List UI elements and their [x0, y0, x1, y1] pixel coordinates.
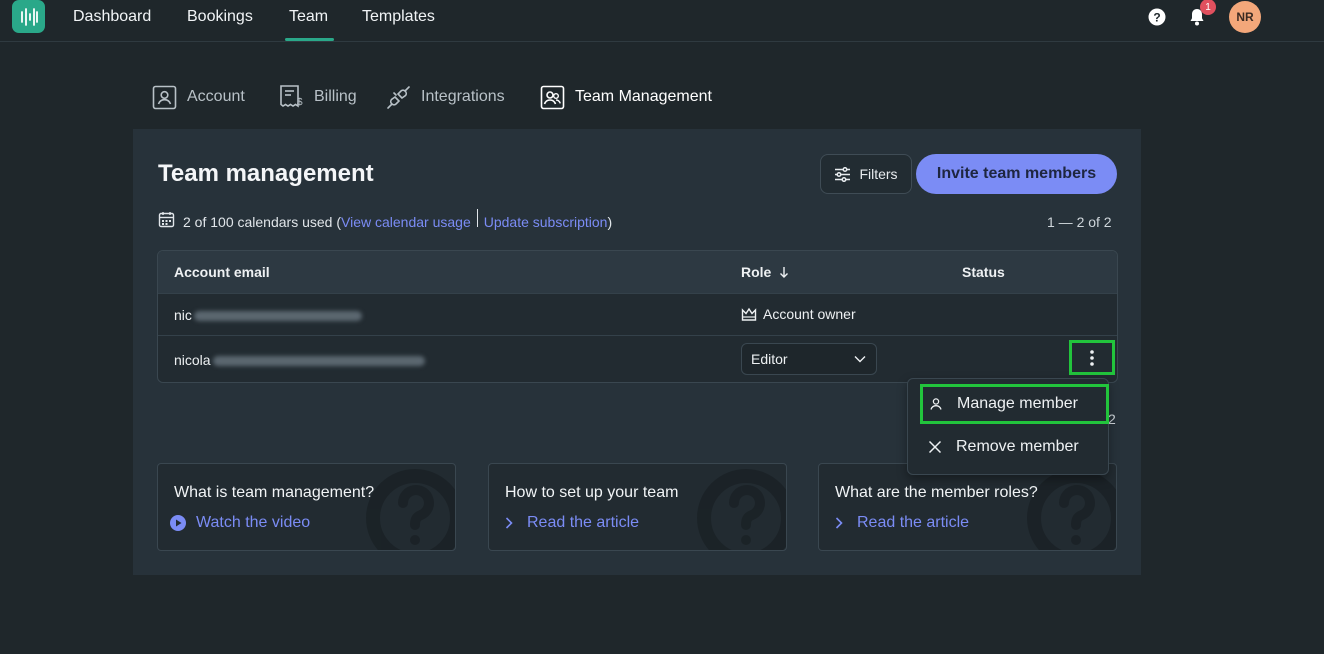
nav-templates[interactable]: Templates: [362, 8, 435, 26]
active-nav-indicator: [285, 38, 334, 41]
card-title: How to set up your team: [505, 484, 679, 501]
top-navigation: Dashboard Bookings Team Templates ? 1 NR: [0, 0, 1324, 42]
page-title: Team management: [158, 160, 374, 187]
link-separator: [476, 208, 478, 227]
logo-icon: [20, 7, 38, 26]
table-row: nic Account owner: [158, 293, 1117, 335]
question-mark-icon: [697, 469, 786, 550]
header-role-label: Role: [741, 264, 772, 280]
role-select[interactable]: Editor: [741, 343, 877, 375]
filters-label: Filters: [859, 166, 898, 182]
header-status[interactable]: Status: [962, 264, 1005, 280]
role-select-value: Editor: [751, 351, 788, 367]
card-title: What are the member roles?: [835, 484, 1038, 501]
svg-text:?: ?: [1153, 11, 1160, 25]
tab-integrations[interactable]: Integrations: [386, 84, 505, 110]
question-mark-icon: [366, 469, 455, 550]
member-email: nicola: [174, 352, 425, 368]
filters-button[interactable]: Filters: [820, 154, 912, 194]
manage-member-menu-item[interactable]: Manage member: [920, 384, 1109, 424]
tab-team-management[interactable]: Team Management: [540, 84, 712, 110]
tab-integrations-label: Integrations: [421, 88, 505, 105]
help-icon[interactable]: ?: [1148, 8, 1166, 26]
table-header: Account email Role Status: [158, 251, 1117, 293]
blurred-email: [212, 356, 425, 367]
svg-text:$: $: [297, 97, 303, 108]
invite-team-members-button[interactable]: Invite team members: [916, 154, 1117, 194]
member-email-prefix: nic: [174, 307, 192, 323]
nav-team[interactable]: Team: [289, 8, 328, 26]
help-card-setup-team: How to set up your team Read the article: [488, 463, 787, 551]
member-email-prefix: nicola: [174, 352, 211, 368]
tab-billing-label: Billing: [314, 88, 357, 105]
remove-member-menu-item[interactable]: Remove member: [920, 427, 1110, 467]
app-logo[interactable]: [12, 0, 45, 33]
row-actions-button[interactable]: [1069, 340, 1115, 375]
team-members-table: Account email Role Status nic Account ow…: [157, 250, 1118, 383]
question-mark-icon: [1027, 469, 1116, 550]
nav-bookings[interactable]: Bookings: [187, 8, 253, 26]
tab-team-management-label: Team Management: [575, 88, 712, 105]
calendar-icon: [158, 211, 175, 227]
card-title: What is team management?: [174, 484, 375, 501]
user-icon: [930, 398, 942, 410]
crown-icon: [741, 307, 757, 321]
usage-text: 2 of 100 calendars used: [183, 213, 333, 230]
account-icon: [152, 85, 177, 109]
plug-icon: [387, 85, 410, 109]
help-card-member-roles: What are the member roles? Read the arti…: [818, 463, 1117, 551]
pagination-range-bottom: 2: [1108, 411, 1116, 427]
help-card-team-management: What is team management? Watch the video: [157, 463, 456, 551]
play-circle-icon: [170, 515, 186, 531]
card-link-label: Read the article: [527, 514, 640, 531]
read-article-link[interactable]: Read the article: [501, 514, 639, 532]
pagination-range: 1 — 2 of 2: [1047, 214, 1112, 230]
chevron-right-icon: [835, 517, 843, 529]
notification-badge: 1: [1200, 0, 1216, 15]
more-vertical-icon: [1090, 349, 1094, 366]
manage-member-label: Manage member: [957, 395, 1078, 412]
close-icon: [928, 440, 942, 454]
watch-video-link[interactable]: Watch the video: [170, 514, 310, 532]
member-actions-menu: Manage member Remove member: [907, 378, 1109, 475]
arrow-down-icon: [780, 267, 789, 278]
tab-billing[interactable]: $ Billing: [278, 84, 357, 110]
member-role: Account owner: [741, 306, 856, 322]
blurred-email: [193, 311, 362, 322]
tab-account-label: Account: [187, 88, 245, 105]
sliders-icon: [835, 166, 851, 182]
tab-account[interactable]: Account: [152, 84, 245, 110]
card-link-label: Watch the video: [196, 514, 311, 531]
header-role[interactable]: Role: [741, 264, 789, 280]
read-article-link[interactable]: Read the article: [831, 514, 969, 532]
chevron-right-icon: [505, 517, 513, 529]
update-subscription-link[interactable]: Update subscription: [484, 214, 608, 230]
nav-dashboard[interactable]: Dashboard: [73, 8, 151, 26]
remove-member-label: Remove member: [956, 438, 1079, 455]
user-avatar[interactable]: NR: [1229, 1, 1261, 33]
calendar-usage: 2 of 100 calendars used (View calendar u…: [158, 208, 612, 230]
table-row: nicola: [158, 335, 1117, 382]
member-role-label: Account owner: [763, 306, 856, 322]
member-email: nic: [174, 307, 362, 323]
card-link-label: Read the article: [857, 514, 970, 531]
team-icon: [540, 85, 565, 109]
header-account-email[interactable]: Account email: [174, 264, 270, 280]
billing-icon: $: [280, 85, 303, 108]
chevron-down-icon: [854, 356, 866, 363]
view-calendar-usage-link[interactable]: View calendar usage: [341, 214, 471, 230]
